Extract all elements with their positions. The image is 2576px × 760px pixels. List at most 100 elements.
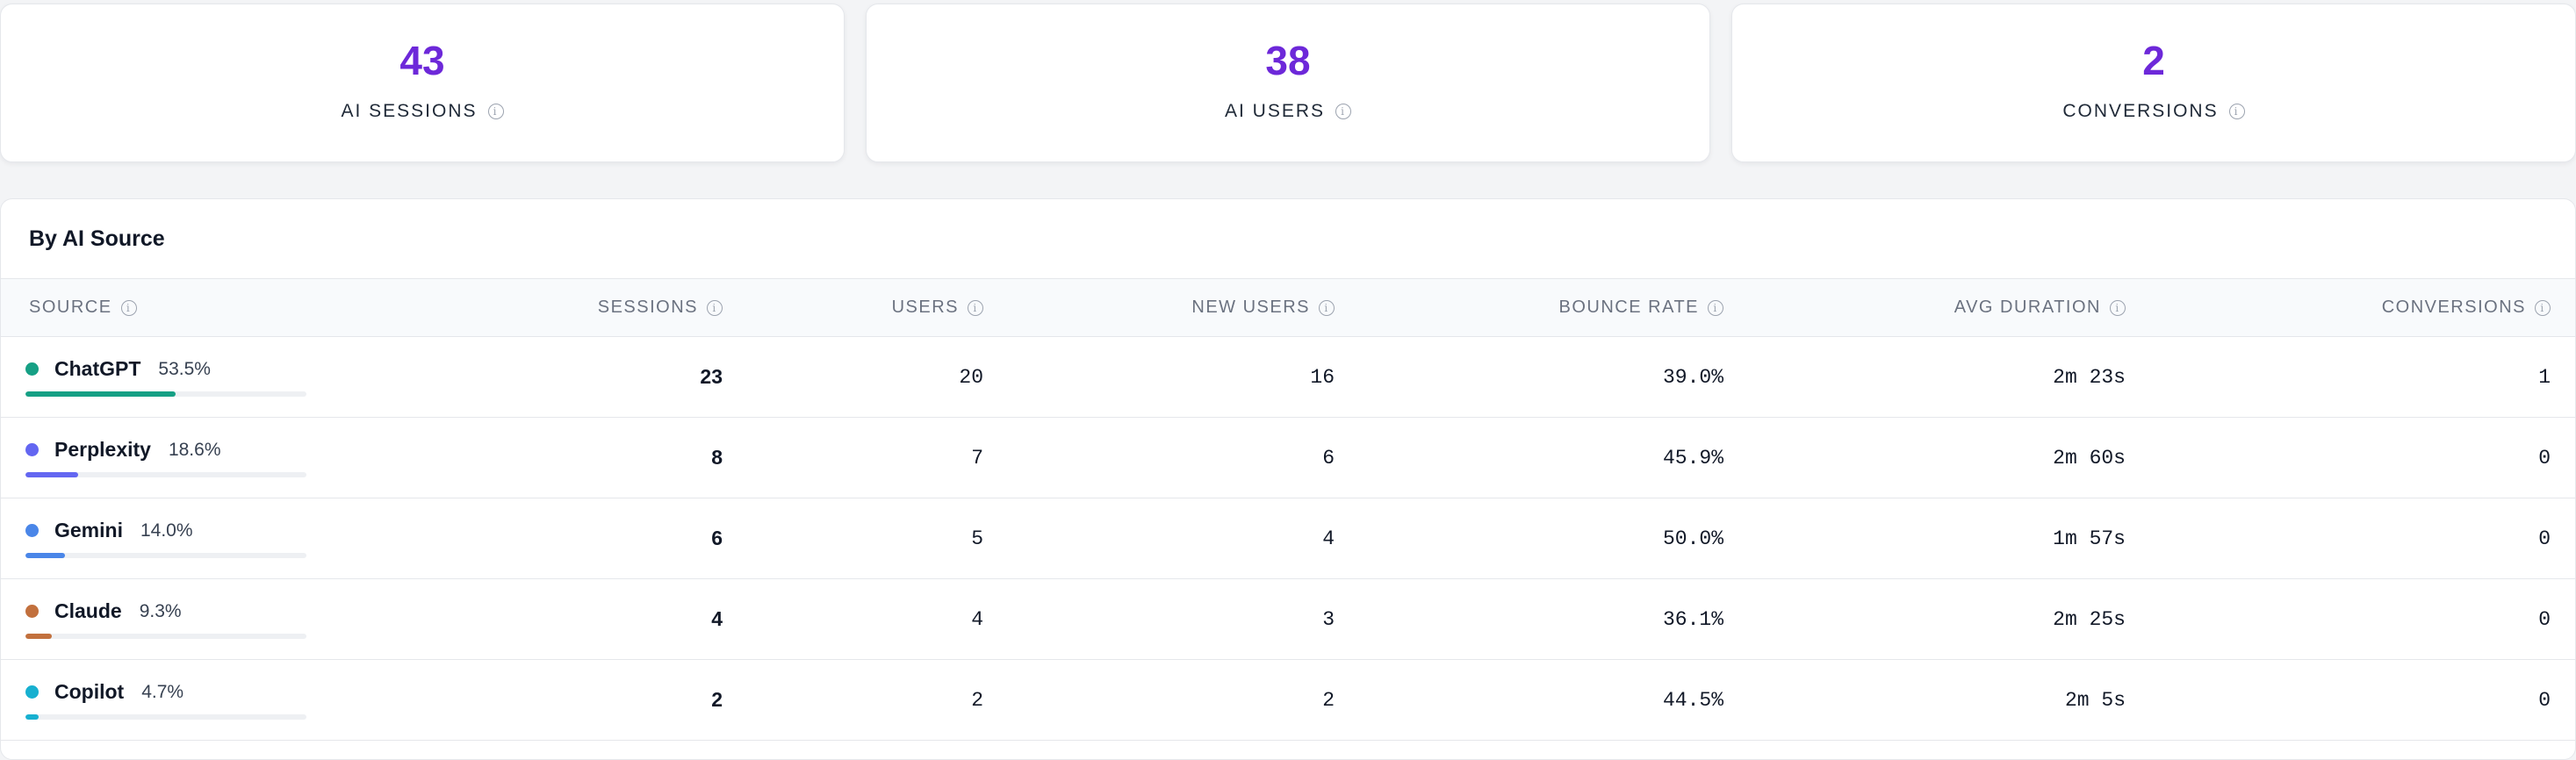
source-color-dot xyxy=(25,685,39,699)
info-icon[interactable]: i xyxy=(1708,299,1723,316)
source-name: Claude xyxy=(54,599,122,622)
info-icon[interactable]: i xyxy=(120,299,137,316)
source-name: Gemini xyxy=(54,519,123,541)
share-bar-track xyxy=(25,714,306,720)
stat-label-row: AI SESSIONS i xyxy=(341,101,504,122)
column-header-avg-duration[interactable]: AVG DURATION i xyxy=(1746,279,2148,337)
sessions-cell: 4 xyxy=(317,578,747,660)
header-row: SOURCE i SESSIONS i USERS i NEW USERS i BOUN… xyxy=(1,278,2575,337)
stat-label: AI USERS xyxy=(1224,101,1326,121)
column-label: CONVERSIONS xyxy=(2381,298,2526,317)
share-bar-fill xyxy=(25,472,78,477)
source-cell: ChatGPT 53.5% xyxy=(1,336,317,418)
stat-label-row: AI USERS i xyxy=(1224,101,1352,122)
sessions-cell: 8 xyxy=(317,417,747,498)
column-header-source[interactable]: SOURCE i xyxy=(1,279,317,337)
info-icon[interactable]: i xyxy=(1319,299,1335,316)
avg-duration-cell: 2m 60s xyxy=(1746,417,2148,498)
ai-source-table: SOURCE i SESSIONS i USERS i NEW USERS i BOUN… xyxy=(1,278,2575,741)
source-cell: Gemini 14.0% xyxy=(1,498,317,579)
source-color-dot xyxy=(25,605,39,618)
column-header-bounce-rate[interactable]: BOUNCE RATE i xyxy=(1357,279,1746,337)
avg-duration-cell: 2m 23s xyxy=(1746,336,2148,418)
bounce-rate-cell: 45.9% xyxy=(1357,417,1746,498)
users-cell: 2 xyxy=(747,659,1006,741)
stat-card-ai-sessions: 43 AI SESSIONS i xyxy=(0,4,845,162)
stat-value: 43 xyxy=(399,38,445,83)
source-cell: Copilot 4.7% xyxy=(1,659,317,741)
table-row[interactable]: Perplexity 18.6% 8 7 6 45.9% 2m 60s 0 xyxy=(1,417,2575,498)
source-color-dot xyxy=(25,524,39,537)
bounce-rate-cell: 39.0% xyxy=(1357,336,1746,418)
bounce-rate-cell: 36.1% xyxy=(1357,578,1746,660)
conversions-cell: 0 xyxy=(2148,659,2575,741)
column-label: SOURCE xyxy=(29,298,112,317)
column-label: NEW USERS xyxy=(1191,298,1310,317)
stat-value: 38 xyxy=(1265,38,1311,83)
new-users-cell: 6 xyxy=(1006,417,1357,498)
sessions-cell: 6 xyxy=(317,498,747,579)
new-users-cell: 2 xyxy=(1006,659,1357,741)
stat-card-ai-users: 38 AI USERS i xyxy=(866,4,1710,162)
source-color-dot xyxy=(25,362,39,376)
source-cell: Claude 9.3% xyxy=(1,578,317,660)
column-label: AVG DURATION xyxy=(1954,298,2101,317)
column-label: USERS xyxy=(891,298,959,317)
users-cell: 20 xyxy=(747,336,1006,418)
source-name: ChatGPT xyxy=(54,357,141,380)
column-header-sessions[interactable]: SESSIONS i xyxy=(317,279,747,337)
info-icon[interactable]: i xyxy=(2110,299,2126,316)
avg-duration-cell: 2m 5s xyxy=(1746,659,2148,741)
table-row[interactable]: ChatGPT 53.5% 23 20 16 39.0% 2m 23s 1 xyxy=(1,336,2575,418)
table-body: ChatGPT 53.5% 23 20 16 39.0% 2m 23s 1 Per… xyxy=(1,336,2575,741)
table-row[interactable]: Claude 9.3% 4 4 3 36.1% 2m 25s 0 xyxy=(1,578,2575,660)
new-users-cell: 4 xyxy=(1006,498,1357,579)
info-icon[interactable]: i xyxy=(707,299,723,316)
column-header-new-users[interactable]: NEW USERS i xyxy=(1006,279,1357,337)
source-share: 9.3% xyxy=(139,600,182,621)
stat-label: AI SESSIONS xyxy=(341,101,478,121)
share-bar-fill xyxy=(25,391,176,397)
source-color-dot xyxy=(25,443,39,456)
stat-card-conversions: 2 CONVERSIONS i xyxy=(1731,4,2576,162)
share-bar-fill xyxy=(25,634,52,639)
conversions-cell: 0 xyxy=(2148,417,2575,498)
bounce-rate-cell: 50.0% xyxy=(1357,498,1746,579)
new-users-cell: 16 xyxy=(1006,336,1357,418)
source-share: 14.0% xyxy=(140,520,193,541)
avg-duration-cell: 2m 25s xyxy=(1746,578,2148,660)
panel-title: By AI Source xyxy=(29,226,165,251)
sessions-cell: 23 xyxy=(317,336,747,418)
table-row[interactable]: Gemini 14.0% 6 5 4 50.0% 1m 57s 0 xyxy=(1,498,2575,579)
source-share: 53.5% xyxy=(158,358,211,379)
table-row[interactable]: Copilot 4.7% 2 2 2 44.5% 2m 5s 0 xyxy=(1,659,2575,741)
bounce-rate-cell: 44.5% xyxy=(1357,659,1746,741)
info-icon[interactable]: i xyxy=(2535,299,2551,316)
info-icon[interactable]: i xyxy=(2228,104,2245,119)
source-share: 18.6% xyxy=(168,439,221,460)
share-bar-fill xyxy=(25,553,65,558)
conversions-cell: 0 xyxy=(2148,578,2575,660)
column-header-users[interactable]: USERS i xyxy=(747,279,1006,337)
stat-label: CONVERSIONS xyxy=(2062,101,2219,121)
ai-source-panel: By AI Source SOURCE i SESSIONS i USERS i xyxy=(0,198,2576,760)
stat-value: 2 xyxy=(2142,38,2165,83)
info-icon[interactable]: i xyxy=(1335,104,1352,119)
users-cell: 7 xyxy=(747,417,1006,498)
source-share: 4.7% xyxy=(141,681,184,702)
source-name: Copilot xyxy=(54,680,125,703)
source-cell: Perplexity 18.6% xyxy=(1,417,317,498)
users-cell: 5 xyxy=(747,498,1006,579)
column-label: SESSIONS xyxy=(597,298,698,317)
info-icon[interactable]: i xyxy=(487,104,504,119)
share-bar-track xyxy=(25,553,306,558)
share-bar-track xyxy=(25,472,306,477)
users-cell: 4 xyxy=(747,578,1006,660)
table-header: SOURCE i SESSIONS i USERS i NEW USERS i BOUN… xyxy=(1,278,2575,337)
conversions-cell: 0 xyxy=(2148,498,2575,579)
sessions-cell: 2 xyxy=(317,659,747,741)
conversions-cell: 1 xyxy=(2148,336,2575,418)
share-bar-track xyxy=(25,391,306,397)
column-header-conversions[interactable]: CONVERSIONS i xyxy=(2148,279,2575,337)
info-icon[interactable]: i xyxy=(968,299,983,316)
